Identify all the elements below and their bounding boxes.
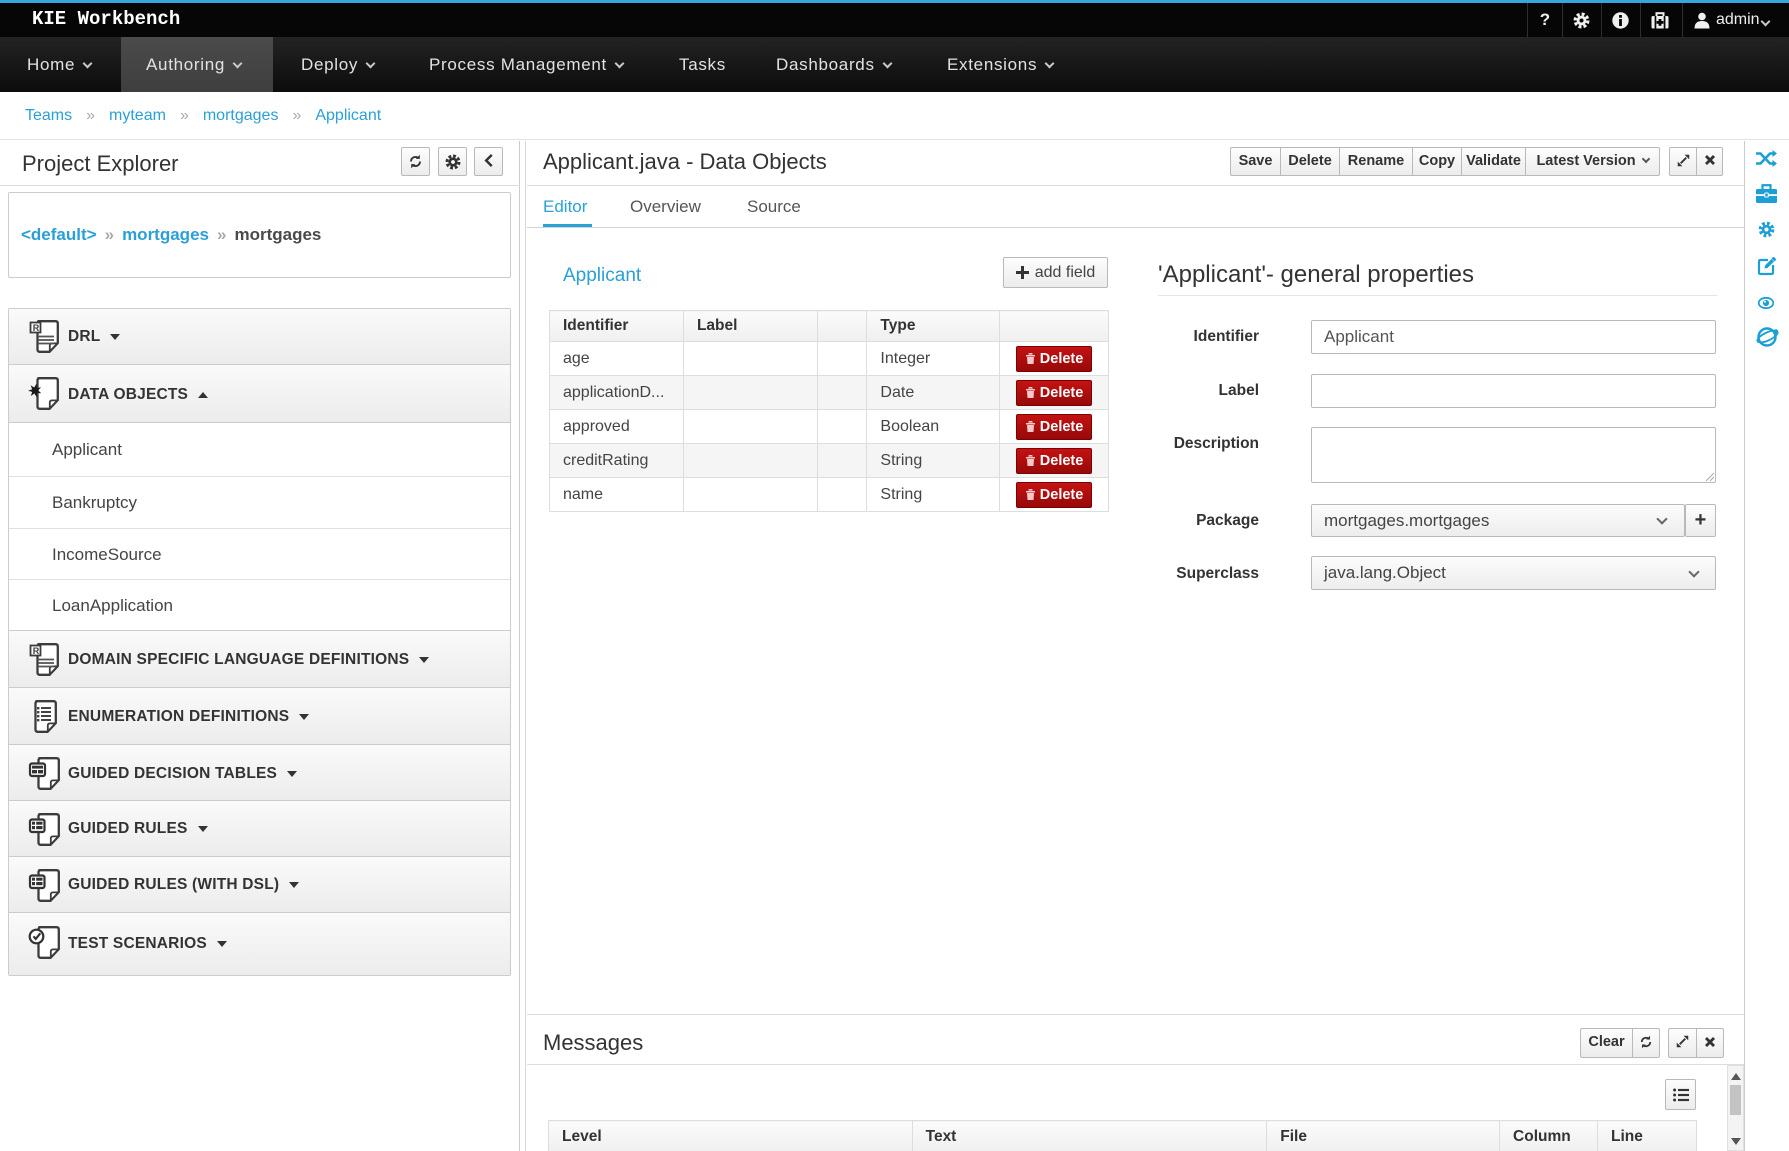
svg-text:R: R xyxy=(33,646,40,656)
svg-text:R: R xyxy=(33,323,40,333)
